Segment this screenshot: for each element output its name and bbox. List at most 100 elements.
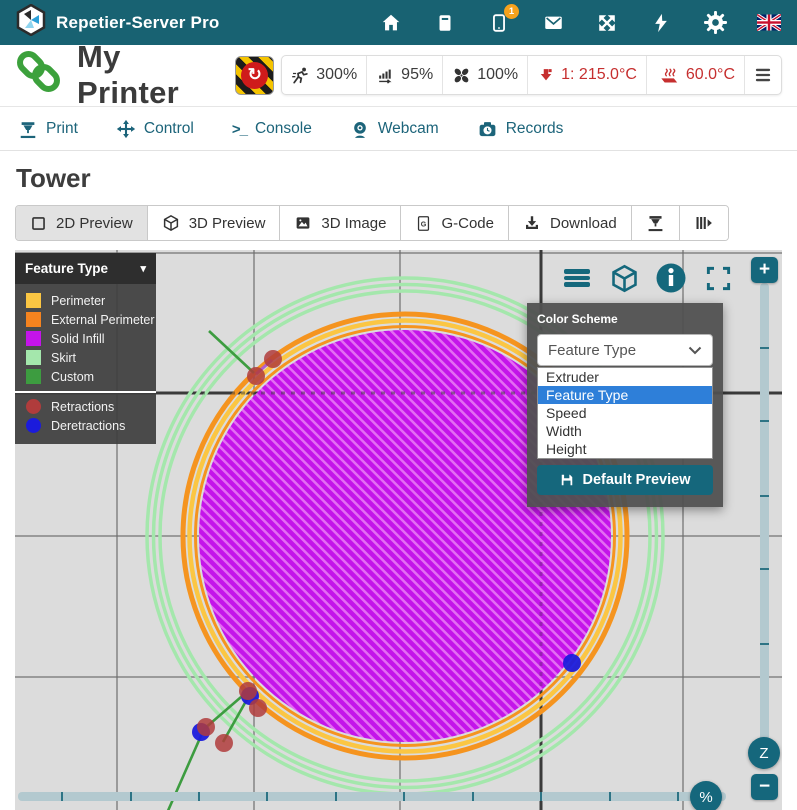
progress-slider-tick: [609, 792, 611, 801]
legend-color-swatch: [26, 331, 41, 346]
preview-toolbar: [560, 263, 735, 293]
color-scheme-option[interactable]: Feature Type: [538, 386, 712, 404]
bed-temp-value: 60.0°C: [686, 66, 735, 84]
webcam-icon: [350, 119, 370, 140]
legend-divider: [15, 391, 156, 393]
extrude-view-button[interactable]: [631, 206, 679, 240]
tab-webcam[interactable]: Webcam: [350, 120, 439, 138]
tab-3d-image[interactable]: 3D Image: [279, 206, 400, 240]
progress-slider-tick: [198, 792, 200, 801]
nozzle-icon: [646, 213, 665, 233]
extruder-temp-value: 1: 215.0°C: [561, 66, 637, 84]
fullscreen-button[interactable]: [701, 263, 735, 293]
color-scheme-selected-value: Feature Type: [548, 342, 636, 359]
records-camera-icon: [477, 119, 498, 140]
tab-records[interactable]: Records: [477, 120, 564, 138]
speed-value: 300%: [316, 66, 357, 84]
emergency-stop-icon: ↻: [241, 62, 268, 89]
bed-temp-button[interactable]: 60.0°C: [646, 56, 744, 94]
legend-color-swatch: [26, 418, 41, 433]
emergency-stop-button[interactable]: ↻: [235, 56, 274, 95]
speed-button[interactable]: 300%: [282, 56, 366, 94]
color-scheme-option[interactable]: Speed: [538, 404, 712, 422]
tab-console[interactable]: >_ Console: [232, 120, 312, 138]
fullscreen-icon: [705, 265, 732, 292]
color-scheme-option[interactable]: Extruder: [538, 368, 712, 386]
legend-title: Feature Type: [25, 261, 108, 276]
extruder-temp-button[interactable]: 1: 215.0°C: [527, 56, 646, 94]
color-scheme-option[interactable]: Height: [538, 440, 712, 458]
tab-2d-preview[interactable]: 2D Preview: [16, 206, 147, 240]
legend-item-label: Custom: [51, 370, 94, 384]
progress-slider-tick: [61, 792, 63, 801]
progress-slider-tick: [540, 792, 542, 801]
legend-item: Custom: [15, 367, 156, 386]
tab-3d-preview[interactable]: 3D Preview: [147, 206, 280, 240]
legend-color-swatch: [26, 293, 41, 308]
tab-control[interactable]: Control: [116, 120, 194, 138]
deretraction-point: [563, 654, 581, 672]
legend-item: Deretractions: [15, 416, 156, 435]
legend-color-swatch: [26, 350, 41, 365]
z-slider-tick: [760, 568, 769, 570]
progress-slider-tick: [403, 792, 405, 801]
tab-webcam-label: Webcam: [378, 120, 439, 138]
printer-menu-button[interactable]: [744, 56, 781, 94]
download-button[interactable]: Download: [508, 206, 631, 240]
cube-icon: [609, 263, 640, 294]
bed-temp-icon: [656, 65, 680, 85]
app-title: Repetier-Server Pro: [56, 13, 219, 33]
download-label: Download: [550, 215, 617, 232]
messages-icon[interactable]: [541, 11, 565, 35]
chevron-down-icon: ▾: [140, 262, 146, 275]
print-queue-icon[interactable]: [433, 11, 457, 35]
control-arrows-icon: [116, 119, 136, 139]
home-icon[interactable]: [379, 11, 403, 35]
tab-print[interactable]: Print: [18, 120, 78, 138]
legend-item-label: Skirt: [51, 351, 76, 365]
color-scheme-select[interactable]: Feature Type: [537, 334, 713, 366]
chevron-down-icon: [688, 346, 702, 355]
devices-icon[interactable]: 1: [487, 11, 511, 35]
language-flag-icon[interactable]: [757, 11, 781, 35]
tab-3d-image-label: 3D Image: [321, 215, 386, 232]
info-icon: [655, 262, 687, 294]
printer-status-toolbar: 300% 95% 100% 1:: [281, 55, 782, 95]
legend-header[interactable]: Feature Type ▾: [15, 253, 156, 284]
flow-value: 95%: [401, 66, 433, 84]
legend-item: External Perimeter: [15, 310, 156, 329]
settings-gear-icon[interactable]: [703, 11, 727, 35]
tab-control-label: Control: [144, 120, 194, 138]
legend-color-swatch: [26, 369, 41, 384]
2d-preview-icon: [30, 215, 47, 232]
svg-text:G: G: [421, 220, 427, 228]
printer-header: My Printer ↻ 300% 95%: [0, 45, 797, 107]
power-bolt-icon[interactable]: [649, 11, 673, 35]
default-preview-button[interactable]: Default Preview: [537, 465, 713, 495]
tab-console-label: Console: [255, 120, 312, 138]
preview-info-button[interactable]: [654, 263, 688, 293]
expand-arrows-icon[interactable]: [595, 11, 619, 35]
progress-slider-handle[interactable]: %: [690, 781, 722, 810]
legend-item-label: Retractions: [51, 400, 114, 414]
progress-slider[interactable]: [18, 792, 726, 801]
layer-playback-button[interactable]: [679, 206, 728, 240]
zoom-out-button[interactable]: −: [751, 774, 778, 800]
color-scheme-option[interactable]: Width: [538, 422, 712, 440]
legend-item: Perimeter: [15, 291, 156, 310]
zoom-in-button[interactable]: +: [751, 257, 778, 283]
retraction-point: [249, 699, 267, 717]
flow-button[interactable]: 95%: [366, 56, 442, 94]
z-slider-handle[interactable]: Z: [748, 737, 780, 769]
z-layer-slider[interactable]: [760, 283, 769, 762]
preview-menu-button[interactable]: [560, 263, 594, 293]
default-preview-label: Default Preview: [583, 472, 691, 488]
preview-mode-tabs: 2D Preview 3D Preview 3D Image G G-Code …: [15, 205, 729, 241]
tab-gcode[interactable]: G G-Code: [400, 206, 508, 240]
job-title: Tower: [16, 163, 781, 194]
color-scheme-popup: Color Scheme Feature Type ExtruderFeatur…: [527, 303, 723, 507]
fan-button[interactable]: 100%: [442, 56, 527, 94]
legend-item: Solid Infill: [15, 329, 156, 348]
preview-3d-toggle-button[interactable]: [607, 263, 641, 293]
gcode-2d-preview-canvas[interactable]: Feature Type ▾ PerimeterExternal Perimet…: [15, 250, 782, 810]
